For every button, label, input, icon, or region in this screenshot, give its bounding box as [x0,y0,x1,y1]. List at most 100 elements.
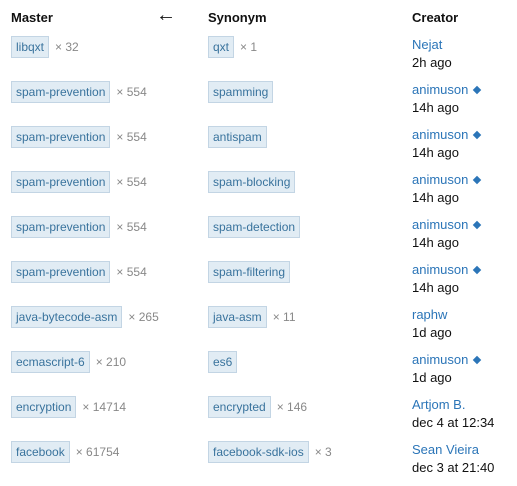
synonym-tag[interactable]: spamming [208,81,274,103]
moderator-diamond-icon [473,355,482,365]
master-count: × 265 [128,310,159,324]
creator-name[interactable]: animuson [412,127,468,143]
creator-name[interactable]: raphw [412,307,447,323]
master-count: × 554 [116,130,147,144]
creator-time: 14h ago [412,280,459,295]
master-tag[interactable]: ecmascript-6 [11,351,90,373]
creator-time: 14h ago [412,100,459,115]
creator-time: 14h ago [412,190,459,205]
synonym-cell: spamming [208,81,274,103]
synonym-tag[interactable]: spam-detection [208,216,301,238]
synonym-tag[interactable]: encrypted [208,396,271,418]
synonym-count: × 3 [314,445,332,459]
creator-link[interactable]: animuson [412,352,482,368]
creator-name[interactable]: animuson [412,82,468,98]
creator-link[interactable]: animuson [412,262,482,278]
master-tag[interactable]: spam-prevention [11,216,111,238]
creator-name[interactable]: animuson [412,262,468,278]
creator-time: 14h ago [412,235,459,250]
synonym-tag[interactable]: spam-filtering [208,261,291,283]
creator-name[interactable]: animuson [412,172,468,188]
master-tag[interactable]: spam-prevention [11,81,111,103]
creator-time: dec 4 at 12:34 [412,415,495,430]
master-cell: facebook × 61754 [11,441,119,463]
creator-link[interactable]: Nejat [412,37,452,53]
synonym-cell: spam-filtering [208,261,291,283]
creator-cell: raphw 1d ago [412,306,452,341]
creator-name[interactable]: animuson [412,352,468,368]
table-row: spam-prevention × 554 spam-filtering ani… [0,261,517,306]
table-row: spam-prevention × 554 antispam animuson … [0,126,517,171]
header-master: Master [11,10,53,25]
creator-time: 2h ago [412,55,452,70]
header-synonym: Synonym [208,10,267,25]
creator-name[interactable]: Sean Vieira [412,442,479,458]
creator-time: 1d ago [412,325,452,340]
master-tag[interactable]: libqxt [11,36,50,58]
moderator-diamond-icon [473,85,482,95]
creator-cell: Artjom B. dec 4 at 12:34 [412,396,494,431]
table-row: ecmascript-6 × 210 es6 animuson 1d ago [0,351,517,396]
master-cell: libqxt × 32 [11,36,79,58]
master-cell: java-bytecode-asm × 265 [11,306,159,328]
creator-link[interactable]: Artjom B. [412,397,494,413]
synonym-cell: java-asm × 11 [208,306,296,328]
master-count: × 61754 [75,445,120,459]
creator-link[interactable]: raphw [412,307,452,323]
creator-cell: animuson 14h ago [412,171,482,206]
table-row: facebook × 61754 facebook-sdk-ios × 3 Se… [0,441,517,486]
creator-link[interactable]: Sean Vieira [412,442,494,458]
master-tag[interactable]: spam-prevention [11,126,111,148]
master-cell: ecmascript-6 × 210 [11,351,126,373]
master-cell: spam-prevention × 554 [11,171,147,193]
master-cell: spam-prevention × 554 [11,81,147,103]
arrow-left-icon: ← [156,4,176,26]
moderator-diamond-icon [473,175,482,185]
synonym-tag[interactable]: es6 [208,351,238,373]
creator-name[interactable]: Artjom B. [412,397,465,413]
synonym-cell: spam-blocking [208,171,296,193]
table-row: libqxt × 32 qxt × 1 Nejat 2h ago [0,36,517,81]
creator-link[interactable]: animuson [412,82,482,98]
creator-cell: Sean Vieira dec 3 at 21:40 [412,441,494,476]
synonym-tag[interactable]: java-asm [208,306,267,328]
master-tag[interactable]: facebook [11,441,70,463]
creator-link[interactable]: animuson [412,217,482,233]
master-tag[interactable]: encryption [11,396,77,418]
creator-name[interactable]: animuson [412,217,468,233]
master-tag[interactable]: spam-prevention [11,171,111,193]
master-count: × 210 [95,355,127,369]
table-row: spam-prevention × 554 spamming animuson … [0,81,517,126]
synonym-cell: spam-detection [208,216,301,238]
creator-time: dec 3 at 21:40 [412,460,495,475]
creator-link[interactable]: animuson [412,127,482,143]
synonym-tag[interactable]: spam-blocking [208,171,296,193]
table-row: java-bytecode-asm × 265 java-asm × 11 ra… [0,306,517,351]
table-row: spam-prevention × 554 spam-detection ani… [0,216,517,261]
synonym-tag[interactable]: facebook-sdk-ios [208,441,309,463]
creator-cell: animuson 14h ago [412,216,482,251]
creator-cell: animuson 14h ago [412,126,482,161]
master-count: × 554 [116,85,147,99]
master-count: × 14714 [82,400,127,414]
master-tag[interactable]: java-bytecode-asm [11,306,123,328]
master-cell: spam-prevention × 554 [11,261,147,283]
synonym-tag[interactable]: qxt [208,36,235,58]
synonym-cell: es6 [208,351,238,373]
synonym-cell: facebook-sdk-ios × 3 [208,441,332,463]
master-cell: encryption × 14714 [11,396,126,418]
creator-cell: animuson 1d ago [412,351,482,386]
creator-name[interactable]: Nejat [412,37,442,53]
synonym-count: × 146 [276,400,308,414]
creator-time: 14h ago [412,145,459,160]
table-row: spam-prevention × 554 spam-blocking anim… [0,171,517,216]
creator-link[interactable]: animuson [412,172,482,188]
creator-cell: animuson 14h ago [412,261,482,296]
moderator-diamond-icon [473,220,482,230]
master-tag[interactable]: spam-prevention [11,261,111,283]
synonym-cell: encrypted × 146 [208,396,307,418]
master-count: × 554 [116,175,147,189]
master-count: × 554 [116,220,147,234]
synonym-tag[interactable]: antispam [208,126,267,148]
master-cell: spam-prevention × 554 [11,216,147,238]
